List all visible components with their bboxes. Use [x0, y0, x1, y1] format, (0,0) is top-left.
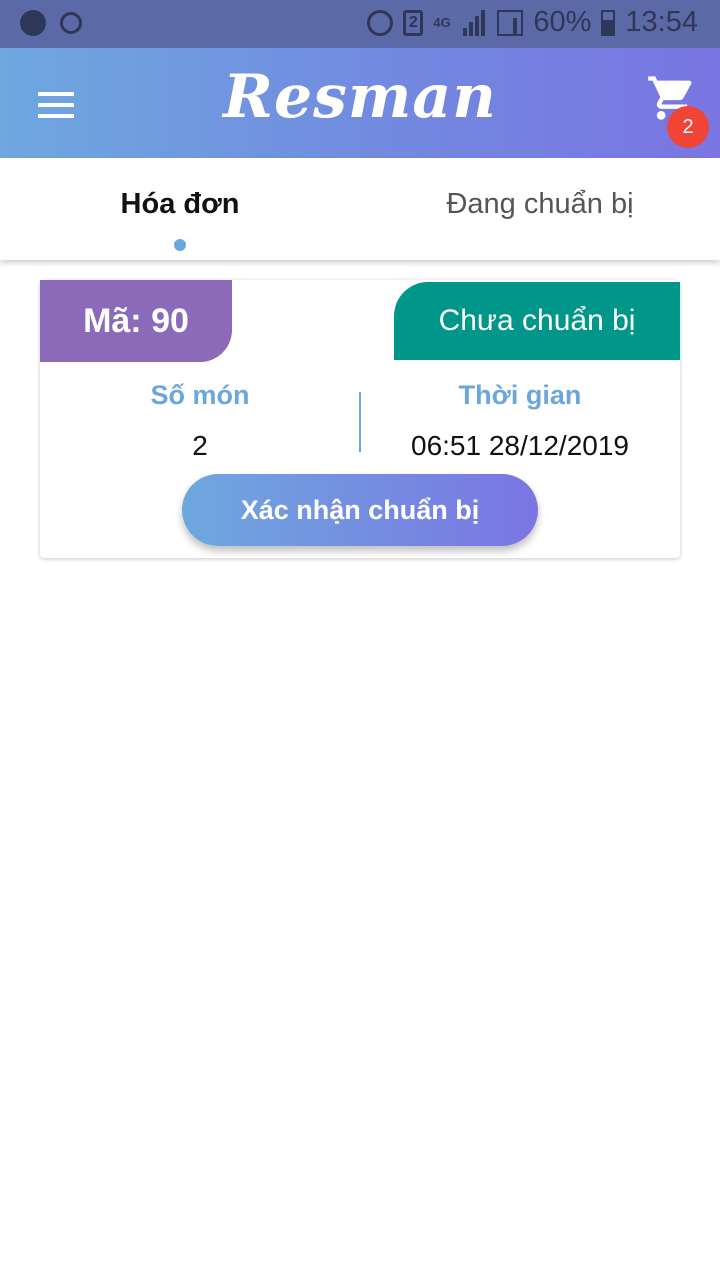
order-status-tag: Chưa chuẩn bị	[394, 282, 680, 360]
status-bar: 2 4G 60% 13:54	[0, 0, 720, 48]
alarm-icon	[60, 12, 82, 34]
clock: 13:54	[625, 6, 698, 38]
alarm-icon	[367, 9, 394, 36]
tab-bar: Hóa đơn Đang chuẩn bị	[0, 158, 720, 260]
item-count-label: Số món	[150, 380, 250, 410]
tab-invoices[interactable]: Hóa đơn	[0, 188, 360, 221]
cart-count-badge: 2	[667, 106, 709, 148]
sim-icon: 2	[403, 9, 424, 36]
battery-percent: 60%	[533, 6, 592, 38]
app-notification-icon	[20, 10, 46, 36]
signal-icon	[497, 9, 524, 36]
battery-icon	[601, 9, 616, 36]
item-count-value: 2	[192, 430, 208, 461]
app-logo: Resman	[223, 62, 497, 132]
time-label: Thời gian	[458, 380, 582, 410]
signal-icon	[461, 9, 487, 36]
item-count-section: Số món 2	[40, 380, 360, 462]
time-section: Thời gian 06:51 28/12/2019	[360, 380, 680, 462]
tab-preparing[interactable]: Đang chuẩn bị	[360, 188, 720, 221]
order-card: Mã: 90 Chưa chuẩn bị Số món 2 Thời gian …	[40, 280, 680, 558]
confirm-preparation-button[interactable]: Xác nhận chuẩn bị	[182, 474, 538, 546]
order-code-badge: Mã: 90	[40, 280, 232, 362]
status-right: 2 4G 60% 13:54	[367, 6, 698, 39]
time-value: 06:51 28/12/2019	[411, 430, 629, 461]
status-left	[20, 10, 82, 36]
active-tab-indicator	[174, 239, 186, 251]
app-header: Resman 2	[0, 48, 720, 158]
network-type: 4G	[433, 14, 451, 30]
